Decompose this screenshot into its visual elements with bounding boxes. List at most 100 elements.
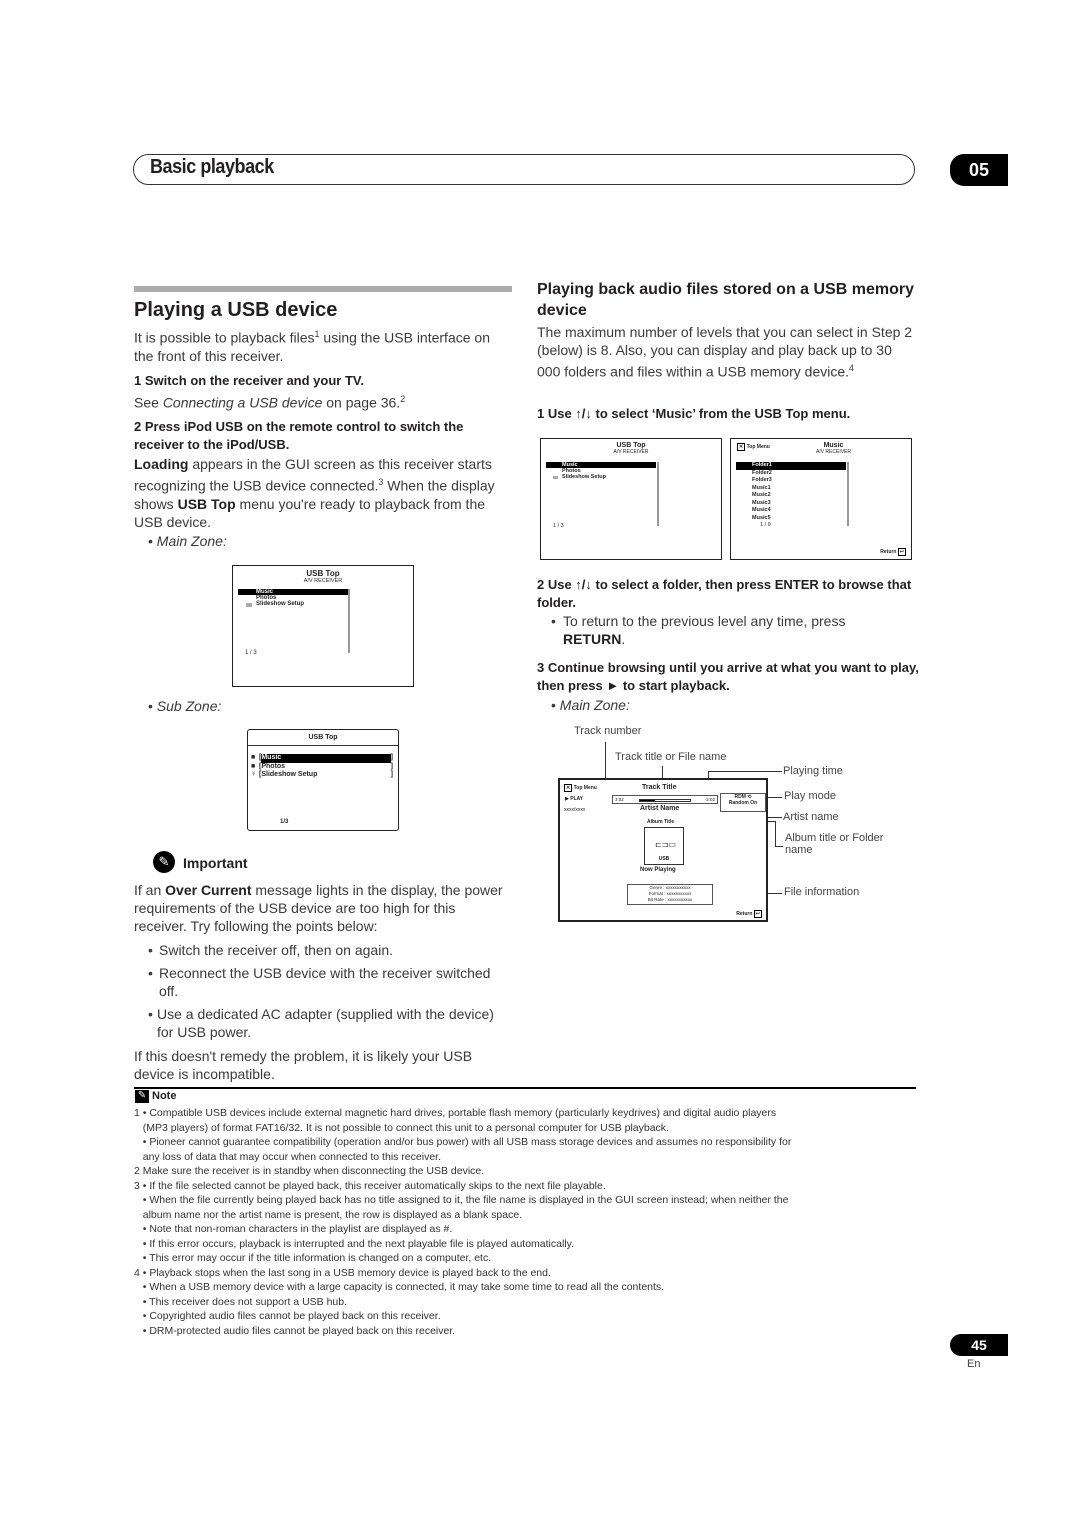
screen-title: USB Top <box>248 734 398 746</box>
return-icon: ↩ <box>897 548 906 556</box>
return-icon: ↩ <box>753 910 762 918</box>
return-label: Return <box>880 549 897 555</box>
artist-name: Artist Name <box>640 805 680 812</box>
page-ref: on page 36. <box>322 394 401 411</box>
note-line: 1 • Compatible USB devices include exter… <box>134 1107 777 1119</box>
sub-zone-label: Sub Zone: <box>156 698 222 714</box>
page-indicator: 1 / 3 <box>245 650 257 656</box>
main-zone-bullet: • Main Zone: <box>148 533 227 549</box>
list-item[interactable]: Music3 <box>736 500 846 508</box>
scrollbar[interactable] <box>657 462 659 526</box>
settings-icon <box>246 603 252 607</box>
list-item[interactable]: Folder2 <box>736 470 846 478</box>
right-intro: The maximum number of levels that you ca… <box>537 323 915 381</box>
menu-item-slideshow[interactable]: Slideshow Setup <box>238 601 348 607</box>
chapter-title: Basic playback <box>150 156 274 178</box>
return-button[interactable]: Return ↩ <box>880 548 906 556</box>
sub-zone-bullet: • Sub Zone: <box>148 698 222 714</box>
file-info-box: Genre : xxxxxxxxxxx Format : xxxxxxxxxxx… <box>627 884 713 905</box>
note-line: • This error may occur if the title info… <box>134 1252 492 1264</box>
callout-track-title: Track title or File name <box>615 751 727 763</box>
menu-item-photos[interactable]: ■[Photos] <box>251 763 393 772</box>
notes-list: 1 • Compatible USB devices include exter… <box>134 1106 924 1338</box>
return-bullet: • To return to the previous level any tim… <box>551 613 846 647</box>
note-line: any loss of data that may occur when con… <box>134 1150 441 1163</box>
screen-title: USB Top <box>616 442 646 449</box>
bullet-item: • Use a dedicated AC adapter (supplied wi… <box>148 1005 512 1041</box>
progress-fill <box>640 799 655 801</box>
play-mode: Random On <box>728 800 758 806</box>
play-label: PLAY <box>570 796 584 802</box>
music-screen: ✕ Top Menu Music A/V RECEIVER Folder1 Fo… <box>730 438 912 560</box>
footnote-ref: 4 <box>849 363 855 373</box>
bullet-text: Use a dedicated AC adapter (supplied wit… <box>156 1006 494 1040</box>
folder-icon: ■ <box>251 762 256 770</box>
important-text: If an Over Current message lights in the… <box>134 881 512 935</box>
list-item[interactable]: Folder1 <box>736 462 846 470</box>
item-label: Slideshow Setup <box>562 474 607 480</box>
scrollbar[interactable] <box>847 462 849 526</box>
list-item[interactable]: Music4 <box>736 507 846 515</box>
pushpin-icon: ✎ <box>153 851 175 873</box>
note-line: • When the file currently being played b… <box>134 1194 789 1206</box>
elapsed-time: 3:02 <box>615 797 624 802</box>
top-menu-label: Top Menu <box>573 785 597 791</box>
note-line: • Note that non-roman characters in the … <box>134 1223 453 1235</box>
return-label: Return <box>736 911 753 917</box>
menu-item-music[interactable]: ■[Music] <box>251 754 393 763</box>
now-playing-screen: ✕ Top Menu ▶ PLAY xxxx/xxxx Track Title … <box>558 778 768 922</box>
right-step-3: 3 Continue browsing until you arrive at … <box>537 660 919 693</box>
callout-track-number: Track number <box>574 725 642 737</box>
callout-playing-time: Playing time <box>783 765 843 777</box>
right-step-1: 1 Use ↑/↓ to select ‘Music’ from the USB… <box>537 406 851 421</box>
progress-box: 3:02 -2:02 <box>612 795 718 804</box>
item-label: Slideshow Setup <box>256 601 305 607</box>
track-title: Track Title <box>642 784 677 791</box>
menu-item-slideshow[interactable]: ☿[Slideshow Setup] <box>251 771 393 780</box>
play-status: ▶ PLAY <box>565 796 583 802</box>
important-title: Important <box>183 855 248 871</box>
track-number: xxxx/xxxx <box>564 807 586 813</box>
callout-file-info: File information <box>784 886 860 898</box>
bullet-text: Switch the receiver off, then on again. <box>159 942 393 958</box>
step-1-see: See Connecting a USB device on page 36.2 <box>134 390 512 412</box>
item-label: Music <box>261 754 391 763</box>
top-menu-button[interactable]: ✕ Top Menu <box>564 784 597 792</box>
album-title: Album Title <box>647 819 675 825</box>
intro-a: It is possible to playback files <box>134 329 315 346</box>
important-conclusion: If this doesn't remedy the problem, it i… <box>134 1048 473 1082</box>
page-number: 45 <box>950 1334 1008 1356</box>
important-bullets: • Switch the receiver off, then on again.… <box>148 941 512 1041</box>
step-1-title: 1 Switch on the receiver and your TV. <box>134 373 364 388</box>
note-line: • Pioneer cannot guarantee compatibility… <box>134 1136 792 1148</box>
list-item[interactable]: Music1 <box>736 485 846 493</box>
notes-divider <box>134 1087 916 1089</box>
item-label: Photos <box>261 762 286 770</box>
list-item[interactable]: Music2 <box>736 492 846 500</box>
note-line: • This receiver does not support a USB h… <box>134 1295 348 1308</box>
callout-play-mode: Play mode <box>784 790 836 802</box>
note-line: • DRM-protected audio files cannot be pl… <box>134 1324 456 1337</box>
menu-item-slideshow[interactable]: Slideshow Setup <box>546 474 656 480</box>
progress-bar[interactable] <box>639 798 691 802</box>
text: The maximum number of levels that you ca… <box>537 324 913 380</box>
top-menu-button[interactable]: ✕ Top Menu <box>737 443 770 451</box>
scrollbar[interactable] <box>348 589 350 653</box>
note-line: • When a USB memory device with a large … <box>134 1281 665 1293</box>
bit-rate: Bit Rate : xxxxxxxxxxx <box>647 897 693 902</box>
top-menu-icon: ✕ <box>564 784 573 792</box>
usb-label: USB <box>658 856 670 862</box>
text: If an <box>134 882 166 898</box>
leader-line <box>775 846 783 847</box>
page-indicator: 1/3 <box>280 819 289 825</box>
screen-subtitle: A/V RECEIVER <box>613 449 649 455</box>
cross-reference: Connecting a USB device <box>162 394 323 411</box>
leader-line <box>775 821 776 847</box>
usb-top-screen: USB Top A/V RECEIVER Music Photos Slides… <box>232 565 414 687</box>
list-item[interactable]: Folder3 <box>736 477 846 485</box>
list-item[interactable]: Music5 <box>736 515 846 523</box>
return-button[interactable]: Return ↩ <box>736 910 762 918</box>
settings-icon: ☿ <box>251 771 257 778</box>
step-2-text: Loading appears in the GUI screen as thi… <box>134 455 512 531</box>
bullet-item: • Switch the receiver off, then on again. <box>148 942 393 958</box>
